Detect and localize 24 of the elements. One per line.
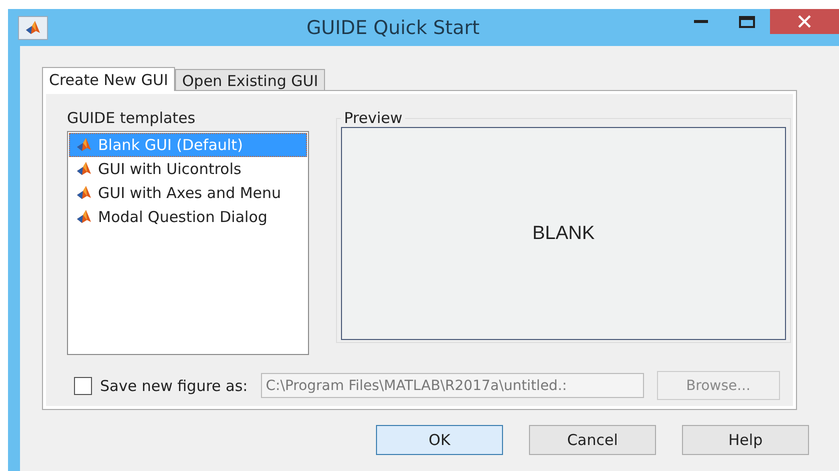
- checkbox-label: Save new figure as:: [100, 376, 248, 394]
- tab[interactable]: Open Existing GUI: [175, 69, 326, 90]
- dialog-button[interactable]: Help: [682, 425, 809, 455]
- list-label: GUIDE templates: [67, 109, 196, 129]
- matlab-logo-icon: [25, 20, 41, 36]
- close-button[interactable]: [770, 9, 839, 34]
- matlab-logo-icon: [76, 137, 92, 153]
- list-item[interactable]: GUI with Uicontrols: [69, 157, 307, 181]
- matlab-logo-icon: [76, 209, 92, 225]
- list-item[interactable]: GUI with Axes and Menu: [69, 181, 307, 205]
- window-title: GUIDE Quick Start: [305, 16, 481, 38]
- tab[interactable]: Create New GUI: [42, 67, 176, 91]
- minimize-icon: [694, 20, 708, 24]
- dialog-button[interactable]: Cancel: [529, 425, 656, 455]
- template-list[interactable]: Blank GUI (Default) GUI with Uicontrols GUI with Axes and Menu Modal Question Dialog: [67, 131, 309, 355]
- preview-text: BLANK: [532, 222, 595, 244]
- matlab-logo-icon: [76, 161, 92, 177]
- dialog-button[interactable]: OK: [376, 425, 503, 455]
- matlab-logo-icon: [76, 185, 92, 201]
- list-item[interactable]: Modal Question Dialog: [69, 205, 307, 229]
- close-icon: [798, 15, 811, 28]
- app-icon[interactable]: [18, 16, 48, 40]
- group-label: Preview: [343, 109, 404, 127]
- maximize-icon: [739, 16, 755, 28]
